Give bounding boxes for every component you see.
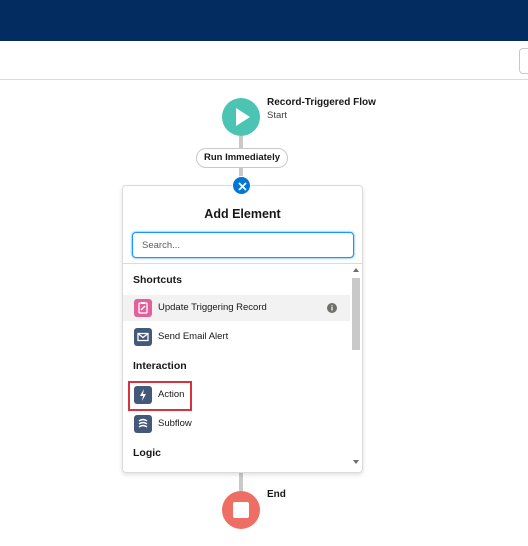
list-item-label: Subflow — [158, 418, 192, 429]
start-node-subtitle: Start — [267, 110, 288, 121]
action-highlight-outline — [128, 381, 192, 411]
list-item-send-email-alert[interactable]: Send Email Alert — [123, 324, 350, 350]
search-field[interactable] — [132, 232, 354, 258]
path-label-pill[interactable]: Run Immediately — [196, 148, 288, 168]
subflow-icon — [134, 415, 152, 433]
scroll-thumb[interactable] — [352, 278, 360, 350]
email-icon — [134, 328, 152, 346]
section-header-logic: Logic — [133, 447, 161, 459]
scroll-down-icon[interactable] — [351, 458, 361, 466]
panel-title: Add Element — [204, 207, 281, 221]
section-header-interaction: Interaction — [133, 360, 187, 372]
list-item-label: Send Email Alert — [158, 331, 229, 342]
list-item-subflow[interactable]: Subflow — [123, 411, 350, 437]
element-list: Shortcuts Update Triggering Record Send … — [123, 264, 350, 471]
add-element-panel: Add Element Shortcuts Update Triggering … — [122, 185, 363, 473]
info-icon[interactable] — [327, 303, 337, 313]
end-node-label: End — [267, 489, 286, 500]
section-header-shortcuts: Shortcuts — [133, 274, 183, 286]
connector-line — [239, 136, 243, 148]
scroll-up-icon[interactable] — [351, 266, 361, 274]
close-icon — [238, 182, 247, 191]
scrollbar[interactable] — [351, 264, 361, 469]
toolbar-button[interactable] — [519, 48, 528, 74]
toolbar — [0, 41, 528, 80]
close-add-element-button[interactable] — [232, 176, 251, 195]
start-node-title: Record-Triggered Flow — [267, 97, 376, 108]
play-icon — [236, 108, 250, 126]
stop-icon — [233, 502, 249, 518]
search-input[interactable] — [133, 233, 353, 257]
connector-line — [239, 471, 243, 491]
end-node[interactable] — [222, 491, 260, 529]
header-bar — [0, 0, 528, 41]
list-item-update-triggering-record[interactable]: Update Triggering Record — [123, 295, 350, 321]
start-node[interactable] — [222, 98, 260, 136]
update-record-icon — [134, 299, 152, 317]
list-item-label: Update Triggering Record — [158, 302, 267, 313]
